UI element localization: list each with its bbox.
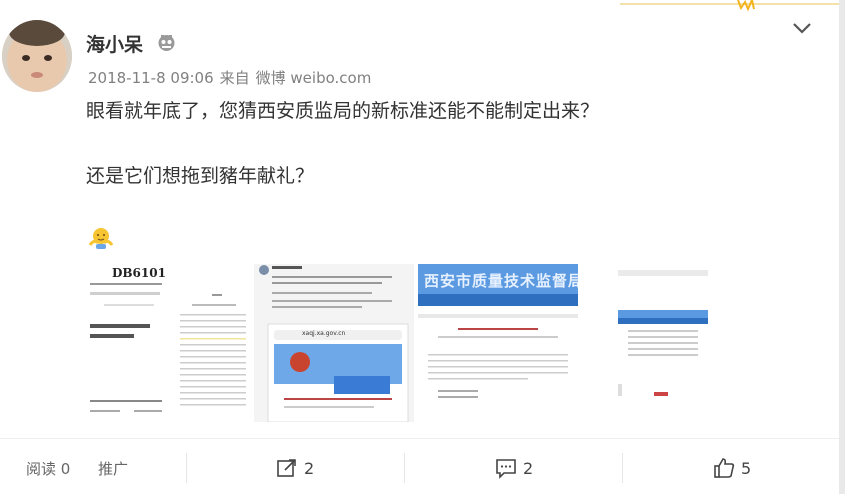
- author-name[interactable]: 海小呆: [86, 30, 143, 57]
- post-text-line-2: 还是它们想拖到豬年献礼？: [86, 165, 315, 187]
- comment-button[interactable]: 2: [495, 457, 533, 479]
- bureau-banner-text: 西安市质量技术监督局: [424, 272, 578, 290]
- image-thumbnail-article[interactable]: [172, 264, 254, 422]
- image-thumbnail-bureau-site[interactable]: 西安市质量技术监督局: [418, 264, 578, 422]
- divider: [622, 453, 623, 483]
- member-badge-icon[interactable]: [157, 33, 176, 52]
- image-thumbnail-web-page[interactable]: [618, 264, 708, 422]
- image-thumbnail-doc-cover[interactable]: DB6101: [84, 264, 166, 422]
- scrollbar-track[interactable]: [839, 0, 845, 494]
- comment-count: 2: [523, 458, 534, 478]
- share-button[interactable]: 2: [276, 457, 314, 479]
- read-count: 阅读 0: [26, 458, 70, 479]
- divider: [404, 453, 405, 483]
- divider: [186, 453, 187, 483]
- source-prefix: 来自: [219, 69, 250, 87]
- read-count-value: 0: [60, 460, 71, 478]
- thumbs-up-icon: [714, 458, 735, 478]
- read-label: 阅读: [26, 460, 57, 478]
- action-bar: 阅读 0 推广 2 2 5: [0, 438, 845, 495]
- doc-code: DB6101: [112, 266, 166, 280]
- share-icon: [277, 459, 296, 477]
- post-source[interactable]: 微博 weibo.com: [256, 69, 372, 87]
- promote-link[interactable]: 推广: [98, 458, 128, 479]
- share-count: 2: [304, 458, 315, 478]
- shrug-emoji-icon: [88, 228, 114, 249]
- comment-icon: [496, 459, 516, 479]
- like-count: 5: [741, 458, 752, 478]
- post-time[interactable]: 2018-11-8 09:06: [88, 69, 214, 87]
- top-decoration: [620, 0, 845, 12]
- chevron-down-icon[interactable]: [791, 20, 813, 36]
- post-meta: 2018-11-8 09:06 来自 微博 weibo.com: [88, 67, 377, 88]
- post-text-line-1: 眼看就年底了，您猜西安质监局的新标准还能不能制定出来？: [86, 100, 600, 122]
- screenshot-url: xaqj.xa.gov.cn: [302, 330, 346, 337]
- image-thumbnail-phone-screenshot[interactable]: xaqj.xa.gov.cn: [254, 264, 414, 422]
- avatar[interactable]: [2, 20, 72, 92]
- like-button[interactable]: 5: [713, 457, 751, 479]
- weibo-post-card: 海小呆 2018-11-8 09:06 来自 微博 weibo.com 眼看就年底了…: [0, 0, 845, 494]
